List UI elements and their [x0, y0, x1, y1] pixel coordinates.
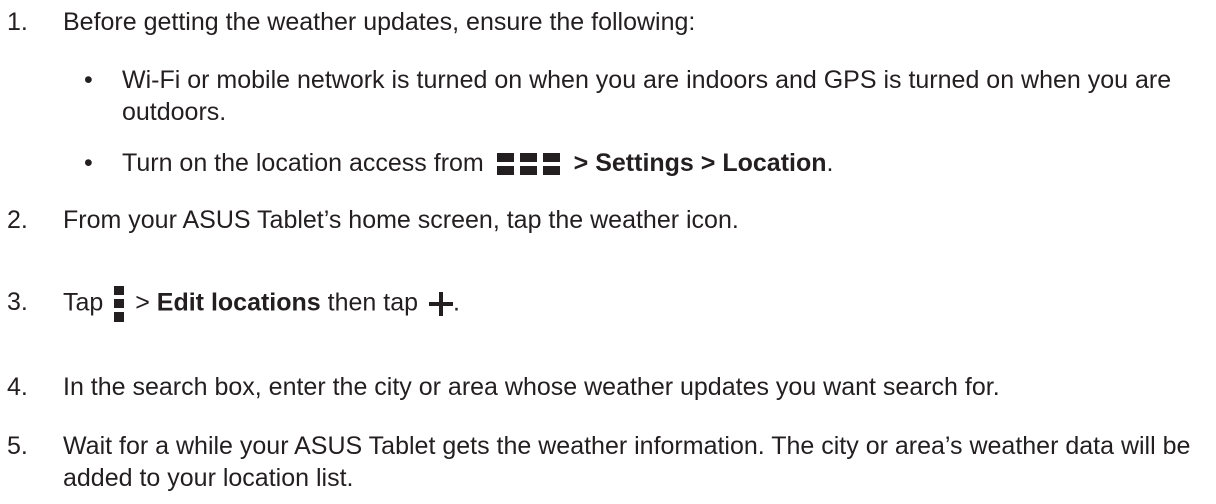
period: . — [452, 288, 460, 317]
period: . — [826, 149, 834, 177]
overflow-menu-icon — [114, 286, 125, 322]
edit-locations-label: Edit locations — [156, 288, 321, 317]
bullet-text: Turn on the location access from > Setti… — [122, 147, 1206, 179]
step-number: 2. — [7, 206, 28, 234]
all-apps-grid-icon — [496, 153, 561, 176]
separator: > — [135, 288, 150, 317]
step-text: From your ASUS Tablet’s home screen, tap… — [63, 206, 739, 234]
separator: > — [573, 149, 589, 177]
step-prefix: Tap — [63, 288, 104, 317]
step-middle: then tap — [327, 288, 418, 317]
step-number: 5. — [7, 432, 28, 460]
step-number: 1. — [7, 8, 28, 36]
add-plus-icon — [428, 292, 453, 316]
step-number: 3. — [7, 288, 28, 316]
settings-label: Settings — [595, 149, 694, 177]
bullet-dot: • — [84, 149, 93, 177]
step-text: In the search box, enter the city or are… — [63, 373, 1000, 401]
step-text: Tap > Edit locations then tap . — [63, 286, 1206, 322]
bullet-prefix: Turn on the location access from — [122, 149, 484, 177]
location-label: Location — [722, 149, 827, 177]
step-text: Wait for a while your ASUS Tablet gets t… — [63, 432, 1191, 492]
separator: > — [700, 149, 716, 177]
bullet-text: Wi-Fi or mobile network is turned on whe… — [122, 66, 1172, 126]
bullet-dot: • — [84, 66, 93, 94]
step-number: 4. — [7, 373, 28, 401]
step-text: Before getting the weather updates, ensu… — [63, 8, 696, 36]
